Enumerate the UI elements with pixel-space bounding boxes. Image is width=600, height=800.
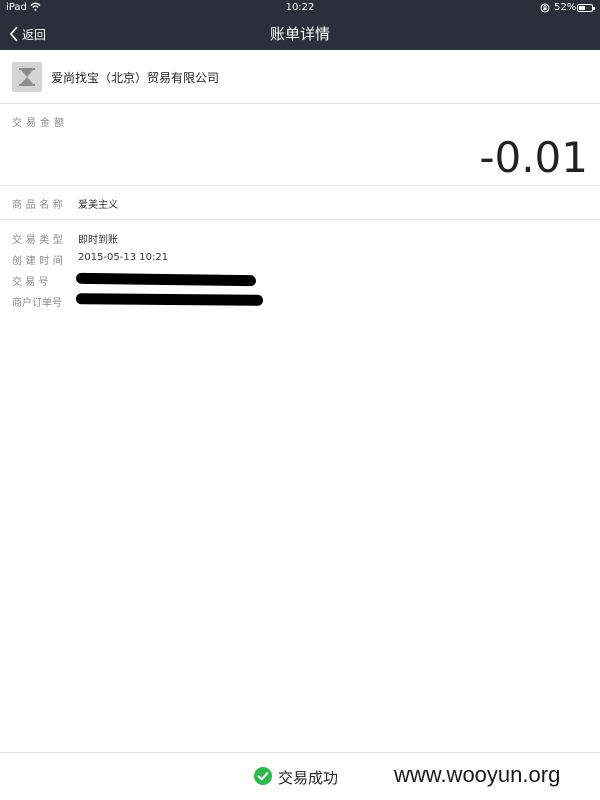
status-bar: iPad 10:22 52%	[0, 0, 600, 17]
trade-status-text: 交易成功	[278, 769, 339, 787]
redacted-trade-number	[75, 272, 257, 287]
created-time-value: 2015-05-13 10:21	[78, 252, 169, 263]
redacted-merchant-order-number	[75, 293, 264, 306]
trade-type-label: 交易类型	[12, 235, 67, 246]
clock: 10:22	[285, 2, 315, 13]
merchant-logo	[12, 62, 42, 92]
trade-type-value: 即时到账	[78, 235, 118, 246]
amount-value: -0.01	[479, 133, 588, 182]
amount-label: 交易金额	[12, 118, 68, 129]
created-time-label: 创建时间	[12, 256, 67, 267]
bottom-status-bar: 交易成功 www.wooyun.org	[0, 752, 600, 800]
merchant-order-label: 商户订单号	[12, 298, 62, 309]
product-name-value: 爱美主义	[78, 200, 118, 211]
divider	[0, 219, 600, 220]
merchant-name: 爱尚找宝（北京）贸易有限公司	[51, 71, 220, 85]
divider	[0, 185, 600, 186]
merchant-row: 爱尚找宝（北京）贸易有限公司	[0, 50, 600, 104]
hourglass-icon	[19, 68, 35, 86]
bill-detail-screen: iPad 10:22 52% 返回 账单详情 爱尚找宝（北京）贸易有限公司 交易…	[0, 0, 600, 800]
navigation-bar: 返回 账单详情	[0, 17, 600, 50]
product-name-label: 商品名称	[12, 200, 67, 211]
battery-percent: 52%	[554, 2, 577, 13]
rotation-lock-icon	[540, 3, 550, 13]
watermark: www.wooyun.org	[394, 762, 561, 787]
page-title: 账单详情	[269, 25, 330, 43]
battery-icon	[577, 4, 595, 12]
trade-number-label: 交 易 号	[12, 277, 49, 288]
check-circle-icon	[254, 767, 272, 785]
